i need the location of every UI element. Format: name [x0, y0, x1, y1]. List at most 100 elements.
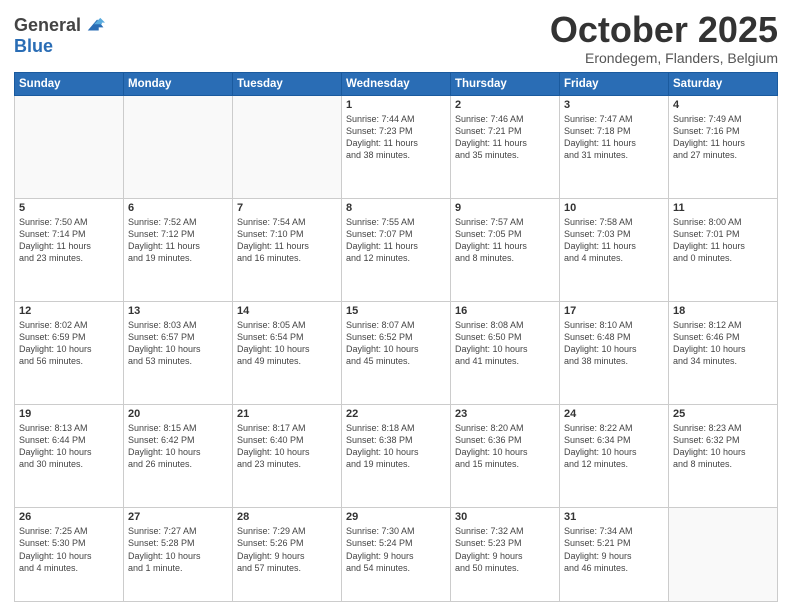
day-info: Sunrise: 8:03 AM Sunset: 6:57 PM Dayligh… [128, 319, 228, 368]
day-info: Sunrise: 7:30 AM Sunset: 5:24 PM Dayligh… [346, 525, 446, 574]
calendar-cell [233, 95, 342, 198]
week-row-4: 26Sunrise: 7:25 AM Sunset: 5:30 PM Dayli… [15, 508, 778, 602]
day-info: Sunrise: 8:05 AM Sunset: 6:54 PM Dayligh… [237, 319, 337, 368]
weekday-header-monday: Monday [124, 72, 233, 95]
day-number: 15 [346, 305, 446, 317]
day-info: Sunrise: 7:49 AM Sunset: 7:16 PM Dayligh… [673, 113, 773, 162]
day-info: Sunrise: 8:23 AM Sunset: 6:32 PM Dayligh… [673, 422, 773, 471]
page: General Blue October 2025 Erondegem, Fla… [0, 0, 792, 612]
day-info: Sunrise: 8:17 AM Sunset: 6:40 PM Dayligh… [237, 422, 337, 471]
day-number: 28 [237, 511, 337, 523]
day-number: 31 [564, 511, 664, 523]
calendar-cell: 19Sunrise: 8:13 AM Sunset: 6:44 PM Dayli… [15, 405, 124, 508]
calendar-cell: 30 Sunrise: 7:32 AM Sunset: 5:23 PM Dayli… [451, 508, 560, 602]
day-number: 9 [455, 202, 555, 214]
day-number: 30 [455, 511, 555, 523]
weekday-header-thursday: Thursday [451, 72, 560, 95]
day-info: Sunrise: 8:10 AM Sunset: 6:48 PM Dayligh… [564, 319, 664, 368]
day-number: 11 [673, 202, 773, 214]
day-number: 19 [19, 408, 119, 420]
day-number: 6 [128, 202, 228, 214]
month-title: October 2025 [550, 10, 778, 50]
day-info: Sunrise: 8:12 AM Sunset: 6:46 PM Dayligh… [673, 319, 773, 368]
week-row-2: 12 Sunrise: 8:02 AM Sunset: 6:59 PM Dayli… [15, 301, 778, 404]
calendar-cell [15, 95, 124, 198]
calendar-cell: 16 Sunrise: 8:08 AM Sunset: 6:50 PM Dayli… [451, 301, 560, 404]
day-number: 20 [128, 408, 228, 420]
day-info: Sunrise: 7:27 AM Sunset: 5:28 PM Dayligh… [128, 525, 228, 574]
calendar-cell: 1 Sunrise: 7:44 AM Sunset: 7:23 PM Daylig… [342, 95, 451, 198]
calendar-cell: 23 Sunrise: 8:20 AM Sunset: 6:36 PM Dayli… [451, 405, 560, 508]
day-number: 26 [19, 511, 119, 523]
weekday-header-sunday: Sunday [15, 72, 124, 95]
location: Erondegem, Flanders, Belgium [550, 50, 778, 66]
calendar-cell: 11 Sunrise: 8:00 AM Sunset: 7:01 PM Dayli… [669, 198, 778, 301]
logo-icon [83, 14, 105, 36]
day-number: 10 [564, 202, 664, 214]
day-info: Sunrise: 7:32 AM Sunset: 5:23 PM Dayligh… [455, 525, 555, 574]
calendar-cell: 28 Sunrise: 7:29 AM Sunset: 5:26 PM Dayli… [233, 508, 342, 602]
day-info: Sunrise: 8:18 AM Sunset: 6:38 PM Dayligh… [346, 422, 446, 471]
calendar-cell: 20 Sunrise: 8:15 AM Sunset: 6:42 PM Dayli… [124, 405, 233, 508]
calendar-cell: 22 Sunrise: 8:18 AM Sunset: 6:38 PM Dayli… [342, 405, 451, 508]
day-number: 23 [455, 408, 555, 420]
day-number: 3 [564, 99, 664, 111]
day-info: Sunrise: 7:44 AM Sunset: 7:23 PM Dayligh… [346, 113, 446, 162]
day-number: 4 [673, 99, 773, 111]
weekday-header-friday: Friday [560, 72, 669, 95]
calendar-cell: 10 Sunrise: 7:58 AM Sunset: 7:03 PM Dayli… [560, 198, 669, 301]
calendar-cell: 18 Sunrise: 8:12 AM Sunset: 6:46 PM Dayli… [669, 301, 778, 404]
week-row-3: 19Sunrise: 8:13 AM Sunset: 6:44 PM Dayli… [15, 405, 778, 508]
day-number: 29 [346, 511, 446, 523]
weekday-header-wednesday: Wednesday [342, 72, 451, 95]
calendar-cell: 8 Sunrise: 7:55 AM Sunset: 7:07 PM Daylig… [342, 198, 451, 301]
calendar-cell: 17Sunrise: 8:10 AM Sunset: 6:48 PM Dayli… [560, 301, 669, 404]
day-info: Sunrise: 8:02 AM Sunset: 6:59 PM Dayligh… [19, 319, 119, 368]
day-number: 1 [346, 99, 446, 111]
day-number: 18 [673, 305, 773, 317]
day-number: 7 [237, 202, 337, 214]
weekday-header-row: SundayMondayTuesdayWednesdayThursdayFrid… [15, 72, 778, 95]
day-number: 16 [455, 305, 555, 317]
day-number: 8 [346, 202, 446, 214]
calendar-cell: 5Sunrise: 7:50 AM Sunset: 7:14 PM Daylig… [15, 198, 124, 301]
calendar-cell: 4 Sunrise: 7:49 AM Sunset: 7:16 PM Daylig… [669, 95, 778, 198]
day-number: 5 [19, 202, 119, 214]
weekday-header-saturday: Saturday [669, 72, 778, 95]
day-info: Sunrise: 7:29 AM Sunset: 5:26 PM Dayligh… [237, 525, 337, 574]
calendar-table: SundayMondayTuesdayWednesdayThursdayFrid… [14, 72, 778, 602]
calendar-cell: 6 Sunrise: 7:52 AM Sunset: 7:12 PM Daylig… [124, 198, 233, 301]
day-info: Sunrise: 7:34 AM Sunset: 5:21 PM Dayligh… [564, 525, 664, 574]
day-info: Sunrise: 8:00 AM Sunset: 7:01 PM Dayligh… [673, 216, 773, 265]
day-number: 12 [19, 305, 119, 317]
day-number: 24 [564, 408, 664, 420]
weekday-header-tuesday: Tuesday [233, 72, 342, 95]
day-info: Sunrise: 7:46 AM Sunset: 7:21 PM Dayligh… [455, 113, 555, 162]
calendar-cell: 2 Sunrise: 7:46 AM Sunset: 7:21 PM Daylig… [451, 95, 560, 198]
logo-blue-text: Blue [14, 36, 53, 56]
week-row-1: 5Sunrise: 7:50 AM Sunset: 7:14 PM Daylig… [15, 198, 778, 301]
calendar-cell: 27Sunrise: 7:27 AM Sunset: 5:28 PM Dayli… [124, 508, 233, 602]
calendar-cell [669, 508, 778, 602]
day-info: Sunrise: 7:47 AM Sunset: 7:18 PM Dayligh… [564, 113, 664, 162]
day-number: 2 [455, 99, 555, 111]
day-info: Sunrise: 7:58 AM Sunset: 7:03 PM Dayligh… [564, 216, 664, 265]
day-info: Sunrise: 7:52 AM Sunset: 7:12 PM Dayligh… [128, 216, 228, 265]
day-number: 25 [673, 408, 773, 420]
week-row-0: 1 Sunrise: 7:44 AM Sunset: 7:23 PM Daylig… [15, 95, 778, 198]
calendar-cell: 21 Sunrise: 8:17 AM Sunset: 6:40 PM Dayli… [233, 405, 342, 508]
day-number: 22 [346, 408, 446, 420]
day-info: Sunrise: 8:20 AM Sunset: 6:36 PM Dayligh… [455, 422, 555, 471]
day-number: 21 [237, 408, 337, 420]
calendar-cell: 29 Sunrise: 7:30 AM Sunset: 5:24 PM Dayli… [342, 508, 451, 602]
day-info: Sunrise: 8:15 AM Sunset: 6:42 PM Dayligh… [128, 422, 228, 471]
calendar-cell: 14 Sunrise: 8:05 AM Sunset: 6:54 PM Dayli… [233, 301, 342, 404]
day-number: 14 [237, 305, 337, 317]
day-info: Sunrise: 7:55 AM Sunset: 7:07 PM Dayligh… [346, 216, 446, 265]
title-block: October 2025 Erondegem, Flanders, Belgiu… [550, 10, 778, 66]
calendar-cell: 12 Sunrise: 8:02 AM Sunset: 6:59 PM Dayli… [15, 301, 124, 404]
day-info: Sunrise: 8:08 AM Sunset: 6:50 PM Dayligh… [455, 319, 555, 368]
calendar-cell: 26Sunrise: 7:25 AM Sunset: 5:30 PM Dayli… [15, 508, 124, 602]
calendar-cell: 24Sunrise: 8:22 AM Sunset: 6:34 PM Dayli… [560, 405, 669, 508]
calendar-cell: 7Sunrise: 7:54 AM Sunset: 7:10 PM Daylig… [233, 198, 342, 301]
